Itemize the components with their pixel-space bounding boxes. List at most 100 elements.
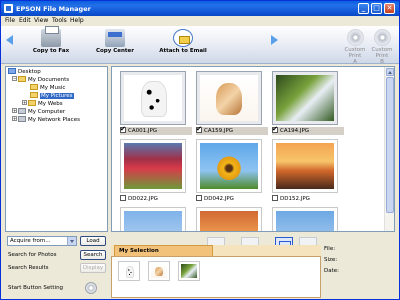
email-icon: [173, 29, 193, 47]
tree-item-my-pictures[interactable]: My Pictures: [30, 92, 74, 100]
file-name: CA001.JPG: [128, 128, 158, 134]
tree-item-label: My Documents: [28, 77, 70, 83]
minimize-button[interactable]: _: [358, 3, 369, 14]
thumbnail-item[interactable]: CA001.JPG: [114, 71, 192, 135]
scrollbar-thumb[interactable]: [386, 77, 394, 213]
expand-icon[interactable]: +: [22, 100, 27, 105]
custom-print-a-label: Custom Print A: [344, 47, 366, 65]
thumbnail-frame: [272, 71, 338, 125]
maximize-button[interactable]: □: [371, 3, 382, 14]
size-label: Size:: [324, 257, 338, 263]
search-results-label: Search Results: [8, 265, 49, 271]
thumbnail-item[interactable]: CA194.JPG: [266, 71, 344, 135]
photo-kitten: [151, 264, 167, 278]
tree-item-my-webs[interactable]: + My Webs: [22, 100, 63, 108]
thumbnail-frame: [272, 207, 338, 231]
menu-help[interactable]: Help: [70, 17, 84, 24]
custom-print-b-button[interactable]: Custom Print B: [367, 29, 397, 65]
tree-item-desktop[interactable]: Desktop: [8, 68, 41, 76]
title-bar[interactable]: EPSON File Manager _ □ ✕: [1, 1, 399, 16]
thumbnail-item[interactable]: DD022.JPG: [114, 139, 192, 203]
custom-print-a-button[interactable]: Custom Print A: [340, 29, 370, 65]
photo-sunset: [276, 143, 334, 189]
display-button[interactable]: Display: [80, 263, 106, 273]
acquire-dropdown-value: Acquire from...: [10, 238, 51, 244]
thumbnail-item[interactable]: [266, 207, 344, 231]
tree-item-my-music[interactable]: My Music: [30, 84, 65, 92]
photo-dalmatian: [121, 264, 137, 279]
copy-to-fax-button[interactable]: Copy to Fax: [29, 26, 73, 54]
file-name: CA194.JPG: [280, 128, 310, 134]
scroll-left-arrow-icon[interactable]: [6, 35, 13, 45]
menu-edit[interactable]: Edit: [19, 17, 31, 24]
thumbnail-caption: CA194.JPG: [272, 125, 344, 135]
copier-icon: [105, 29, 125, 47]
select-checkbox[interactable]: [120, 125, 126, 133]
attach-to-email-button[interactable]: Attach to Email: [155, 29, 211, 54]
menu-file[interactable]: File: [5, 17, 15, 24]
selection-item[interactable]: [178, 261, 200, 281]
chevron-down-icon[interactable]: [67, 237, 76, 245]
copy-center-button[interactable]: Copy Center: [93, 29, 137, 54]
start-button-icon[interactable]: [85, 282, 97, 294]
desktop-icon: [8, 68, 16, 74]
expand-icon[interactable]: +: [12, 116, 17, 121]
tree-item-label: My Computer: [28, 109, 66, 115]
search-button[interactable]: Search: [80, 250, 106, 260]
selection-item[interactable]: [118, 261, 140, 281]
scroll-up-icon[interactable]: [386, 68, 394, 76]
select-checkbox[interactable]: [120, 195, 126, 201]
copy-center-label: Copy Center: [95, 48, 134, 54]
thumbnail-frame: [196, 71, 262, 125]
tree-item-my-network-places[interactable]: + My Network Places: [12, 116, 80, 124]
select-checkbox[interactable]: [272, 195, 278, 201]
custom-print-b-label: Custom Print B: [371, 47, 393, 65]
computer-icon: [18, 108, 26, 114]
thumbnail-item[interactable]: [190, 207, 268, 231]
thumbnail-item[interactable]: DD042.JPG: [190, 139, 268, 203]
acquire-dropdown[interactable]: Acquire from...: [7, 236, 77, 246]
thumbnail-item[interactable]: CA159.JPG: [190, 71, 268, 135]
collapse-icon[interactable]: −: [12, 76, 17, 81]
selection-item[interactable]: [148, 261, 170, 281]
toolbar: Copy to Fax Copy Center Attach to Email …: [1, 26, 399, 65]
thumbnail-frame: [196, 139, 262, 193]
photo-kitten: [200, 75, 258, 121]
load-button[interactable]: Load: [80, 236, 106, 246]
thumbnail-pane: CA001.JPG CA159.JPG CA194.JPG DD022.JPG …: [111, 66, 395, 232]
my-selection-tab[interactable]: My Selection: [114, 245, 213, 256]
cd-icon: [346, 29, 364, 46]
menu-view[interactable]: View: [34, 17, 48, 24]
close-button[interactable]: ✕: [384, 3, 395, 14]
tree-item-label: My Webs: [38, 101, 63, 107]
photo-dalmatian: [124, 75, 182, 121]
thumbnail-caption: DD152.JPG: [272, 195, 344, 203]
search-photos-label: Search for Photos: [8, 252, 57, 258]
thumbnail-frame: [120, 139, 186, 193]
menu-tools[interactable]: Tools: [52, 17, 67, 24]
thumbnail-caption: DD022.JPG: [120, 195, 192, 203]
tree-item-label: My Music: [40, 85, 66, 91]
photo-evening-sky: [200, 211, 258, 231]
file-name: DD022.JPG: [128, 196, 158, 202]
expand-icon[interactable]: +: [12, 108, 17, 113]
thumbnail-item[interactable]: DD152.JPG: [266, 139, 344, 203]
photo-sky: [124, 211, 182, 231]
thumbnail-item[interactable]: [114, 207, 192, 231]
select-checkbox[interactable]: [196, 195, 202, 201]
photo-plant: [181, 264, 197, 278]
photo-sky: [276, 211, 334, 231]
attach-to-email-label: Attach to Email: [159, 48, 207, 54]
tree-item-label: My Pictures: [40, 93, 74, 99]
scroll-right-arrow-icon[interactable]: [271, 35, 278, 45]
folder-icon: [28, 100, 36, 106]
select-checkbox[interactable]: [272, 125, 278, 133]
tree-item-my-documents[interactable]: − My Documents: [12, 76, 69, 84]
vertical-scrollbar[interactable]: [384, 67, 394, 231]
folder-tree: Desktop − My Documents My Music My Pictur…: [5, 66, 108, 232]
photo-plant: [276, 75, 334, 121]
select-checkbox[interactable]: [196, 125, 202, 133]
tree-item-my-computer[interactable]: + My Computer: [12, 108, 65, 116]
file-label: File:: [324, 246, 336, 252]
thumbnail-frame: [272, 139, 338, 193]
